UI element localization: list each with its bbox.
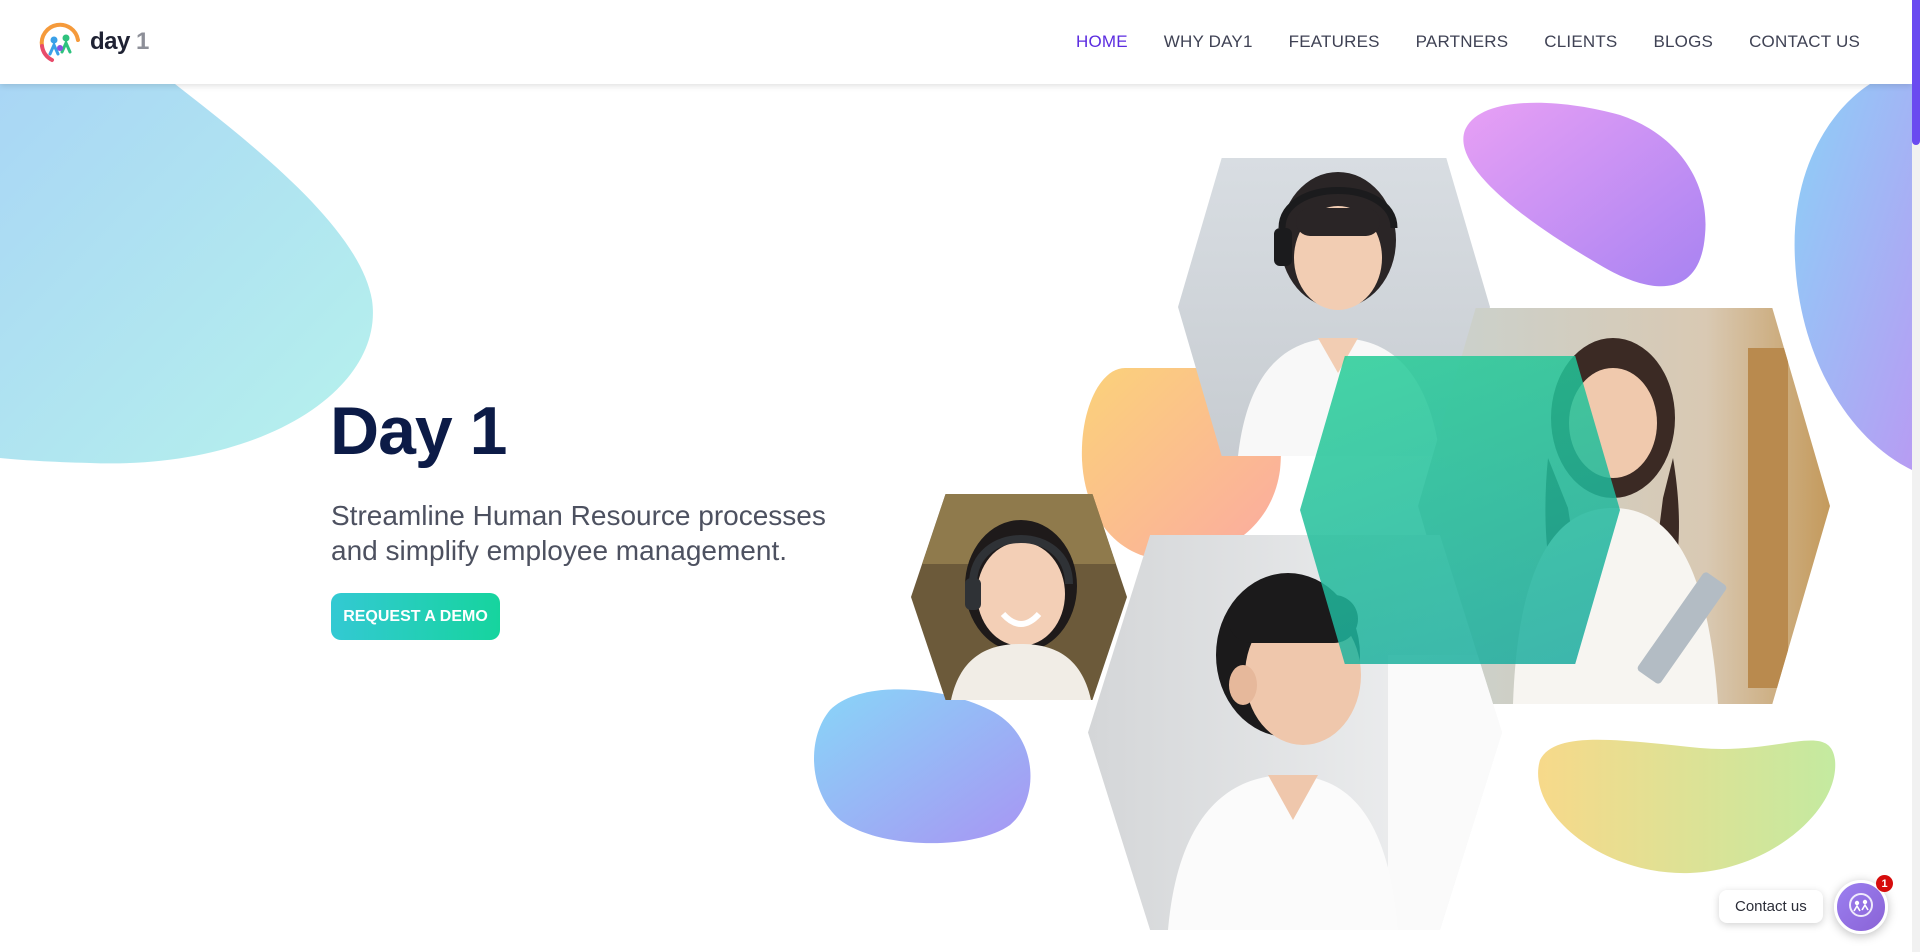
brand-name: day 1 bbox=[90, 28, 149, 55]
nav-why-day1[interactable]: WHY DAY1 bbox=[1164, 32, 1253, 52]
nav-clients[interactable]: CLIENTS bbox=[1544, 32, 1617, 52]
scrollbar-thumb[interactable] bbox=[1912, 0, 1920, 145]
page-scrollbar[interactable] bbox=[1912, 0, 1920, 952]
page: day 1 HOME WHY DAY1 FEATURES PARTNERS CL… bbox=[0, 0, 1920, 952]
brand-logo[interactable]: day 1 bbox=[36, 18, 149, 66]
nav-blogs[interactable]: BLOGS bbox=[1653, 32, 1713, 52]
nav-home[interactable]: HOME bbox=[1076, 32, 1128, 52]
hero-subtitle-line-2: and simplify employee management. bbox=[331, 535, 788, 566]
notification-badge: 1 bbox=[1876, 875, 1893, 892]
site-header: day 1 HOME WHY DAY1 FEATURES PARTNERS CL… bbox=[0, 0, 1912, 84]
photo-support-agent-2 bbox=[911, 494, 1127, 700]
green-hex-overlay bbox=[1300, 356, 1620, 664]
right-edge-blob bbox=[1794, 84, 1912, 470]
purple-blob bbox=[1463, 102, 1706, 287]
yellow-blob bbox=[1538, 739, 1836, 874]
contact-us-label[interactable]: Contact us bbox=[1719, 890, 1823, 923]
main-nav: HOME WHY DAY1 FEATURES PARTNERS CLIENTS … bbox=[1076, 0, 1860, 84]
hero-title: Day 1 bbox=[330, 393, 507, 469]
request-demo-button[interactable]: REQUEST A DEMO bbox=[331, 593, 500, 640]
day1-logo-icon bbox=[39, 22, 80, 62]
cyan-blob bbox=[0, 84, 373, 464]
hero-subtitle-line-1: Streamline Human Resource processes bbox=[331, 500, 826, 531]
nav-partners[interactable]: PARTNERS bbox=[1416, 32, 1509, 52]
blue-blob bbox=[813, 689, 1031, 844]
hero-subtitle: Streamline Human Resource processes and … bbox=[331, 498, 851, 568]
nav-features[interactable]: FEATURES bbox=[1289, 32, 1380, 52]
nav-contact-us[interactable]: CONTACT US bbox=[1749, 32, 1860, 52]
day1-chat-icon bbox=[1849, 893, 1873, 917]
